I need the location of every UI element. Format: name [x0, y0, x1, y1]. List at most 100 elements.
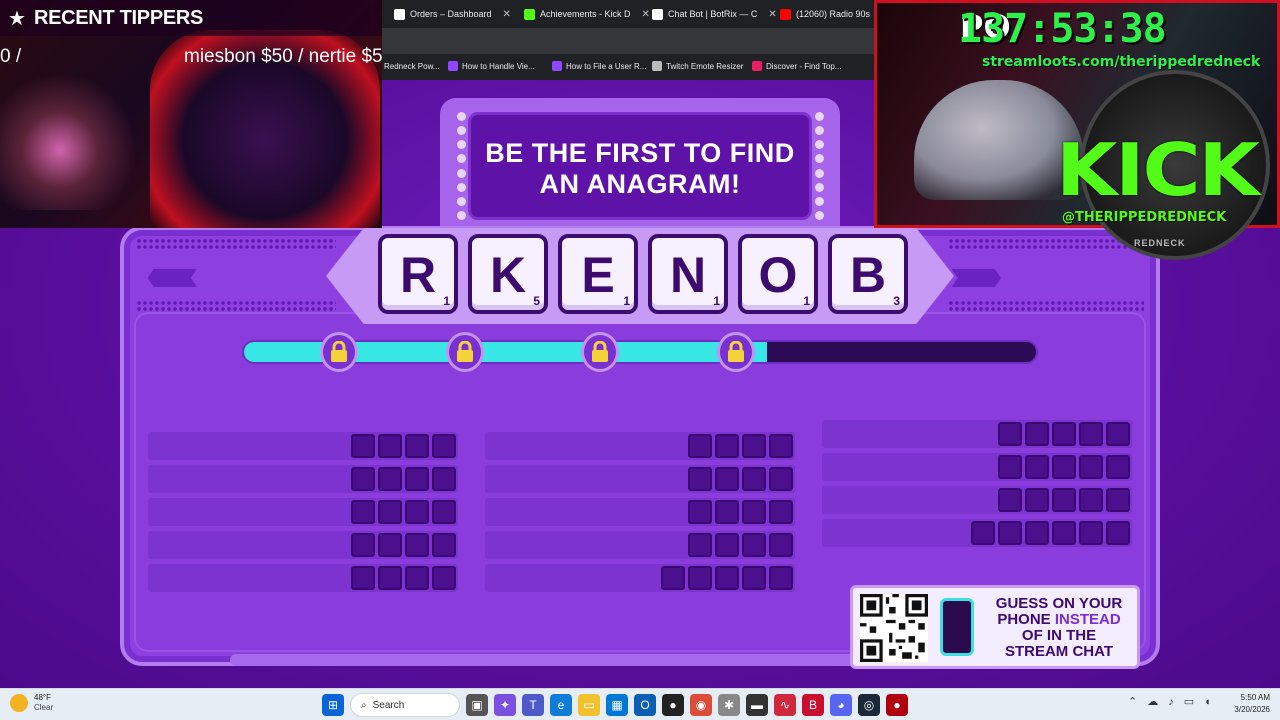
letter-slot — [1106, 455, 1130, 479]
answer-row — [822, 453, 1132, 481]
letter-slot — [405, 467, 429, 491]
answer-row — [485, 498, 795, 526]
taskbar-search[interactable]: ⌕ Search — [350, 693, 460, 717]
qr-line-2: PHONE INSTEAD — [984, 612, 1134, 628]
webcam-left: ★ RECENT TIPPERS 0 / miesbon $50 / nerti… — [0, 0, 382, 228]
letter-slot — [998, 455, 1022, 479]
answer-row — [822, 486, 1132, 514]
teams-icon[interactable]: T — [522, 694, 544, 716]
audio-icon[interactable]: ∿ — [774, 694, 796, 716]
bookmark-item[interactable]: How to Handle Vie... — [448, 58, 535, 74]
letter-slot — [998, 488, 1022, 512]
record-icon[interactable]: ● — [886, 694, 908, 716]
bookmark-item[interactable]: How to File a User R... — [552, 58, 646, 74]
qr-code-icon[interactable] — [860, 594, 928, 662]
letter-slot — [351, 533, 375, 557]
browser-tab[interactable]: Achievements - Kick D ✕ — [524, 4, 650, 24]
clock-date: 3/20/2026 — [1234, 705, 1270, 714]
subathon-timer: 137:53:38 — [958, 6, 1167, 52]
bookmark-favicon-icon — [752, 61, 762, 71]
clock-time: 5:50 AM — [1240, 693, 1270, 702]
tile-points: 1 — [713, 294, 720, 308]
answer-column — [822, 420, 1132, 547]
close-tab-icon[interactable]: ✕ — [503, 9, 511, 20]
browser-window: Orders – Dashboard ✕ Achievements - Kick D… — [382, 0, 874, 80]
tab-favicon-icon — [780, 8, 791, 20]
letter-slot — [715, 566, 739, 590]
letter-slot — [1106, 488, 1130, 512]
letter-tiles: R1K5E1N1O1B3 — [378, 234, 908, 314]
chrome-icon[interactable]: ◉ — [690, 694, 712, 716]
recent-tippers-bar: ★ RECENT TIPPERS — [0, 0, 382, 36]
mic-icon[interactable]: ♪ — [1168, 696, 1174, 708]
bookmark-item[interactable]: Redneck Pow... — [384, 58, 440, 74]
letter-slot — [998, 521, 1022, 545]
terminal-icon[interactable]: ▬ — [746, 694, 768, 716]
tool-icon[interactable]: ✱ — [718, 694, 740, 716]
obs-icon[interactable]: ● — [662, 694, 684, 716]
bookmark-favicon-icon — [552, 61, 562, 71]
letter-slot — [1052, 422, 1076, 446]
letter-slot — [688, 434, 712, 458]
letter-slot — [351, 500, 375, 524]
qr-line-3: OF IN THE — [1021, 627, 1097, 644]
padlock-icon — [320, 332, 358, 372]
tile-points: 5 — [533, 294, 540, 308]
browser-tab[interactable]: Chat Bot | BotRix — C ✕ — [652, 4, 777, 24]
discord-icon[interactable]: ◕ — [830, 694, 852, 716]
tile-points: 1 — [623, 294, 630, 308]
letter-slot — [1052, 488, 1076, 512]
file-explorer-icon[interactable]: ▭ — [578, 694, 600, 716]
steam-icon[interactable]: ◎ — [858, 694, 880, 716]
chevron-up-icon[interactable]: ⌃ — [1128, 695, 1137, 708]
letter-slot — [432, 533, 456, 557]
moon-icon — [10, 694, 28, 712]
weather-condition: Clear — [34, 703, 54, 712]
letter-slot — [688, 500, 712, 524]
windows-start-icon[interactable]: ⊞ — [322, 694, 344, 716]
copilot-icon[interactable]: ✦ — [494, 694, 516, 716]
address-bar[interactable] — [382, 28, 874, 54]
volume-icon[interactable]: ◖ — [1204, 696, 1211, 708]
letter-tile: R1 — [378, 234, 458, 314]
letter-slot — [351, 566, 375, 590]
letter-slot — [742, 500, 766, 524]
answer-row — [148, 564, 458, 592]
kick-logo: KICK — [1056, 128, 1260, 212]
browser-tab[interactable]: Orders – Dashboard ✕ — [394, 4, 511, 24]
close-tab-icon[interactable]: ✕ — [768, 9, 776, 20]
bookmark-item[interactable]: Twitch Emote Resizer — [652, 58, 743, 74]
letter-slot — [405, 434, 429, 458]
outlook-icon[interactable]: O — [634, 694, 656, 716]
bookmark-label: Redneck Pow... — [384, 61, 440, 71]
letter-slot — [688, 533, 712, 557]
browser-tab[interactable]: (12060) Radio 90s — [780, 4, 870, 24]
letter-slot — [715, 533, 739, 557]
chevrons-left: ‹‹‹‹‹‹‹‹ — [146, 248, 198, 300]
store-icon[interactable]: ▦ — [606, 694, 628, 716]
letter-slot — [769, 566, 793, 590]
tile-points: 3 — [893, 294, 900, 308]
system-clock[interactable]: 5:50 AM 3/20/2026 — [1226, 692, 1270, 716]
tab-label: Chat Bot | BotRix — C — [668, 9, 758, 19]
task-view-icon[interactable]: ▣ — [466, 694, 488, 716]
answer-row — [822, 519, 1132, 547]
edge-icon[interactable]: e — [550, 694, 572, 716]
letter-slot — [351, 467, 375, 491]
bookmark-label: Discover - Find Top... — [766, 61, 842, 71]
kick-handle: @THERIPPEDREDNECK — [1062, 210, 1227, 225]
letter-slot — [432, 566, 456, 590]
network-icon[interactable]: ☁ — [1147, 695, 1158, 708]
progress-bar — [242, 340, 1038, 364]
weather-widget[interactable]: 48°F Clear — [10, 693, 53, 713]
display-icon[interactable]: ▭ — [1184, 695, 1194, 708]
game-title: BE THE FIRST TO FIND AN ANAGRAM! — [485, 138, 795, 199]
bookmark-favicon-icon — [448, 61, 458, 71]
letter-slot — [1106, 521, 1130, 545]
close-tab-icon[interactable]: ✕ — [642, 9, 650, 20]
letter-slot — [971, 521, 995, 545]
bts-icon[interactable]: B — [802, 694, 824, 716]
bookmark-item[interactable]: Discover - Find Top... — [752, 58, 841, 74]
redneck-label: REDNECK — [1134, 238, 1186, 248]
tab-favicon-icon — [524, 8, 535, 20]
